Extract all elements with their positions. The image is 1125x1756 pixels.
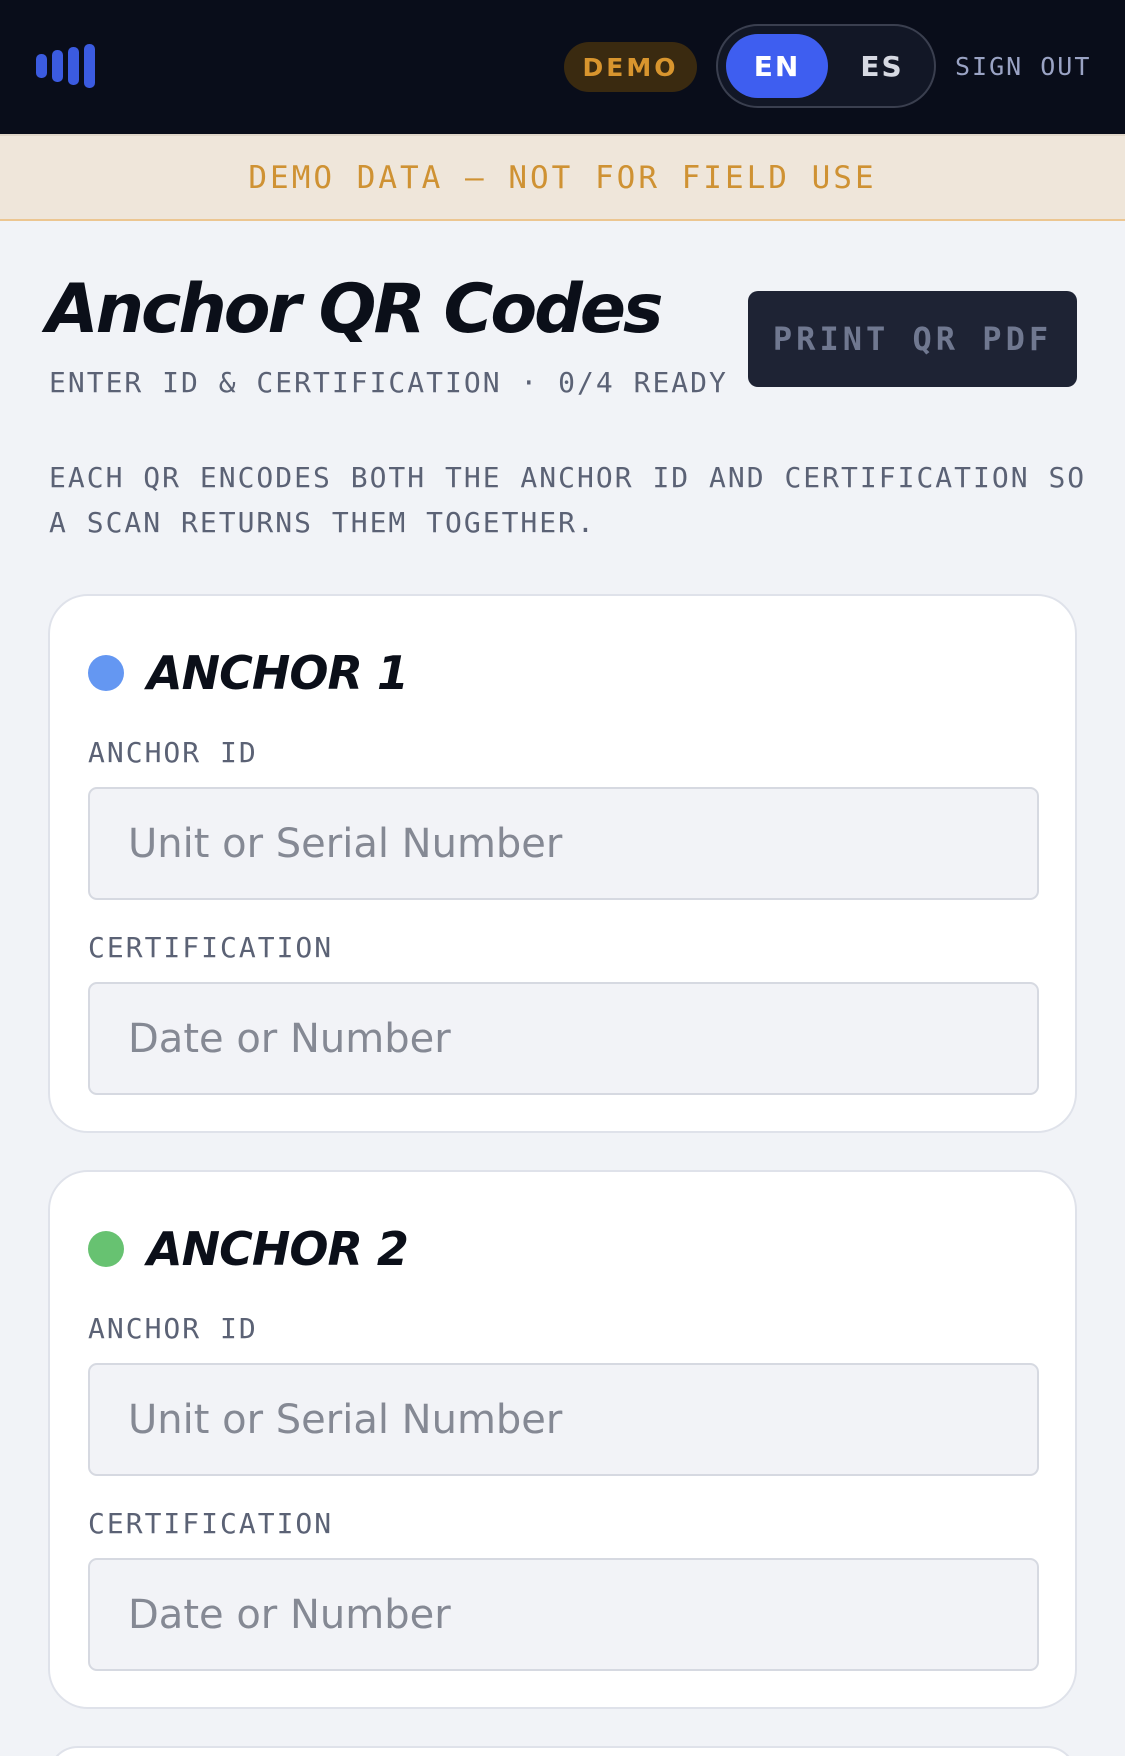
anchor-status-dot — [88, 1231, 124, 1267]
page-subtitle: ENTER ID & CERTIFICATION · 0/4 READY — [49, 366, 728, 399]
anchor-id-input[interactable] — [88, 1363, 1039, 1476]
anchor-card — [48, 1746, 1077, 1756]
anchor-status-dot — [88, 655, 124, 691]
anchor-card-header: ANCHOR 2 — [88, 1222, 409, 1276]
print-qr-pdf-button[interactable]: PRINT QR PDF — [748, 291, 1077, 387]
certification-label: CERTIFICATION — [88, 1507, 334, 1540]
page-title: Anchor QR Codes — [46, 270, 663, 349]
anchor-id-input[interactable] — [88, 787, 1039, 900]
anchor-id-label: ANCHOR ID — [88, 1312, 258, 1345]
page-description: EACH QR ENCODES BOTH THE ANCHOR ID AND C… — [49, 461, 1087, 539]
anchor-card-title: ANCHOR 1 — [147, 646, 409, 700]
anchor-id-label: ANCHOR ID — [88, 736, 258, 769]
sign-out-link[interactable]: SIGN OUT — [955, 46, 1091, 86]
anchor-card-header: ANCHOR 1 — [88, 646, 409, 700]
certification-input[interactable] — [88, 1558, 1039, 1671]
anchor-card: ANCHOR 2 ANCHOR ID CERTIFICATION — [48, 1170, 1077, 1709]
anchor-card: ANCHOR 1 ANCHOR ID CERTIFICATION — [48, 594, 1077, 1133]
language-option-en[interactable]: EN — [726, 34, 828, 98]
signal-bars-icon[interactable] — [36, 43, 104, 89]
demo-badge: DEMO — [564, 42, 697, 92]
language-switch[interactable]: EN ES — [716, 24, 936, 108]
language-option-es[interactable]: ES — [838, 34, 926, 98]
certification-label: CERTIFICATION — [88, 931, 334, 964]
top-bar: DEMO EN ES SIGN OUT — [0, 0, 1125, 134]
certification-input[interactable] — [88, 982, 1039, 1095]
demo-data-banner: DEMO DATA — NOT FOR FIELD USE — [0, 134, 1125, 221]
anchor-card-title: ANCHOR 2 — [147, 1222, 409, 1276]
